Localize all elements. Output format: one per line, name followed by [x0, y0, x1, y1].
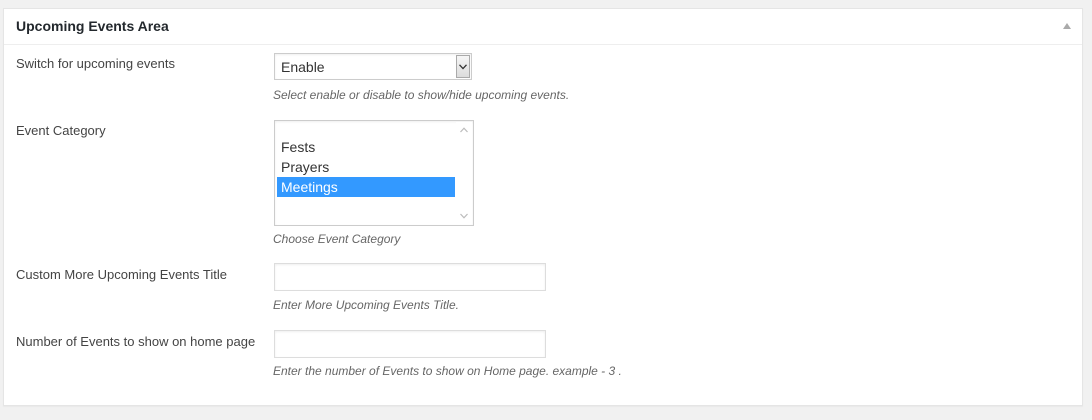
category-multiselect[interactable]: Fests Prayers Meetings: [274, 120, 474, 226]
switch-description: Select enable or disable to show/hide up…: [273, 88, 570, 102]
category-option-meetings[interactable]: Meetings: [277, 177, 455, 197]
select-dropdown-button[interactable]: [456, 55, 470, 78]
panel-header[interactable]: Upcoming Events Area: [4, 9, 1082, 45]
category-description: Choose Event Category: [273, 232, 401, 246]
category-options: Fests Prayers Meetings: [277, 137, 455, 197]
scroll-down-icon[interactable]: [460, 213, 468, 219]
panel-title: Upcoming Events Area: [16, 18, 169, 34]
category-option-prayers[interactable]: Prayers: [277, 157, 455, 177]
event-count-description: Enter the number of Events to show on Ho…: [273, 364, 622, 378]
more-title-input[interactable]: [274, 263, 546, 291]
more-title-description: Enter More Upcoming Events Title.: [273, 298, 459, 312]
event-count-input[interactable]: [274, 330, 546, 358]
upcoming-events-panel: Upcoming Events Area Switch for upcoming…: [3, 8, 1083, 406]
switch-select[interactable]: Enable: [274, 53, 472, 80]
more-title-label: Custom More Upcoming Events Title: [16, 267, 227, 282]
chevron-down-icon: [459, 64, 467, 70]
collapse-toggle-icon[interactable]: [1063, 23, 1071, 29]
switch-label: Switch for upcoming events: [16, 56, 175, 71]
category-label: Event Category: [16, 123, 106, 138]
scroll-up-icon[interactable]: [460, 127, 468, 133]
category-option-fests[interactable]: Fests: [277, 137, 455, 157]
category-scrollbar[interactable]: [456, 122, 472, 224]
event-count-label: Number of Events to show on home page: [16, 334, 256, 349]
switch-select-value: Enable: [281, 59, 325, 75]
